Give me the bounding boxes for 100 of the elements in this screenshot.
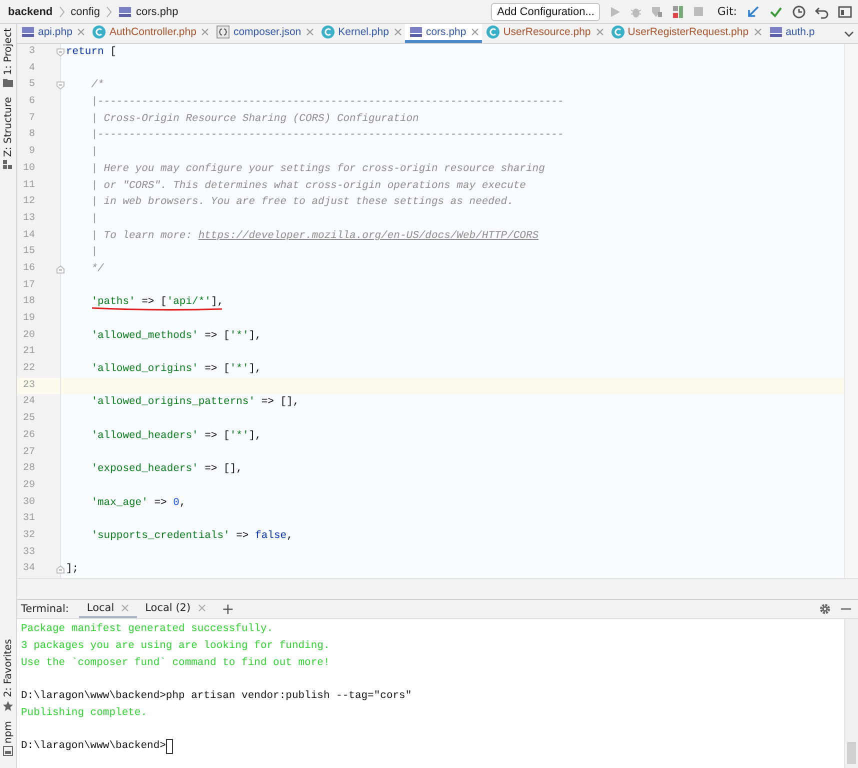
run-configuration-button[interactable]: Add Configuration... [491,2,600,20]
code-line: | [90,212,98,225]
tool-window-button[interactable]: npm [2,720,14,743]
tool-window-button[interactable]: 1: Project [2,28,14,76]
terminal-tab[interactable]: Local (2) [137,600,214,618]
add-tab-button[interactable]: + [214,600,242,618]
line-number: 20 [22,328,35,343]
check-icon[interactable] [769,4,783,18]
line-number: 12 [22,195,35,210]
code-line: |-------------------------------------------------------------------------- [90,129,564,142]
tool-window-button[interactable]: 2: Favorites [2,639,14,698]
close-icon[interactable] [198,604,206,612]
breadcrumb-item[interactable]: cors.php [136,6,178,18]
fold-icon[interactable] [56,264,65,274]
file-tab[interactable]: cors.php [404,24,482,43]
chevron-icon [106,6,112,18]
line-number: 14 [22,228,35,243]
undo-icon[interactable] [815,4,829,18]
code-line: 'max_age' => 0, [90,496,186,509]
terminal-prompt: D:\laragon\www\backend>php artisan vendor:publish --tag="cors" [21,690,412,702]
breadcrumb-item[interactable]: config [70,6,100,18]
line-number: 9 [28,145,35,160]
code-line: 'allowed_headers' => ['*'], [90,430,262,442]
fold-icon[interactable] [56,81,65,90]
coverage-icon[interactable] [651,6,664,18]
line-number: 26 [22,428,35,443]
close-icon[interactable] [201,28,210,36]
file-tab[interactable]: UserResource.php [482,24,607,43]
code-line: */ [90,262,104,275]
line-number: 15 [22,245,35,260]
line-number: 5 [28,78,35,92]
code-line: | or "CORS". This determines what cross-origin operations may execute [90,180,526,192]
line-number: 6 [28,95,35,110]
line-number: 30 [22,496,35,510]
code-line: | [90,146,98,158]
profiler-icon[interactable] [672,4,684,18]
code-line: | [90,246,98,258]
line-number: 3 [28,45,35,59]
file-tab[interactable]: composer.json [212,24,318,43]
class-icon [610,25,625,39]
file-tab[interactable]: AuthController.php [88,24,212,43]
code-line: 'allowed_origins' => ['*'], [90,363,262,376]
close-icon[interactable] [754,28,762,36]
play-icon[interactable] [609,6,622,18]
line-number: 11 [22,178,35,192]
close-icon[interactable] [121,604,130,612]
arrow-icon[interactable] [746,4,760,18]
file-tab[interactable]: auth.p [764,24,818,43]
settings-icon[interactable] [819,603,831,615]
line-number: 21 [22,345,35,360]
code-line: 'supports_credentials' => false, [90,530,293,542]
close-icon[interactable] [394,28,402,36]
scrollbar[interactable] [844,619,858,768]
tool-window-button[interactable]: Z: Structure [2,97,14,158]
fold-icon[interactable] [56,48,65,57]
class-icon [92,25,106,39]
php-file-icon [118,6,132,18]
breadcrumb-item[interactable]: backend [8,6,53,18]
file-tab[interactable]: UserRegisterRequest.php [606,24,765,43]
structure-icon[interactable] [3,160,13,170]
line-number: 19 [22,312,35,326]
code-line: 'paths' => ['api/*'], [90,296,224,308]
code-line: | Here you may configure your settings for cross-origin resource sharing [90,162,545,175]
close-icon[interactable] [471,28,480,36]
code-line: 'exposed_headers' => [], [90,463,242,476]
class-icon [321,25,336,39]
line-number: 33 [22,546,35,560]
line-number: 34 [22,562,35,576]
scrollbar[interactable] [844,44,858,578]
terminal-output: 3 packages you are using are looking for funding. [21,640,330,652]
chevron-down-icon[interactable] [844,30,854,38]
close-icon[interactable] [596,28,604,36]
terminal-prompt: D:\laragon\www\backend> [21,740,166,752]
clock-icon[interactable] [792,4,806,18]
line-number: 24 [22,395,35,410]
php-file-icon [408,26,423,38]
file-tab[interactable]: api.php [17,24,88,43]
file-tab[interactable]: Kernel.php [317,24,405,43]
stop-icon[interactable] [693,6,704,17]
line-number: 7 [28,112,35,126]
code-line: |-------------------------------------------------------------------------- [90,96,564,108]
npm-icon[interactable] [3,746,13,756]
window-icon[interactable] [838,4,852,18]
line-number: 4 [28,62,35,76]
php-file-icon [21,26,35,38]
folder-icon[interactable] [3,78,13,88]
fold-icon[interactable] [56,565,65,574]
line-number: 28 [22,462,35,476]
php-file-icon [768,26,783,38]
terminal-output: Publishing complete. [21,706,148,719]
line-number: 13 [22,212,35,226]
star-icon[interactable] [3,700,13,711]
line-number: 16 [22,262,35,276]
line-number: 32 [22,528,35,543]
code-line: ]; [66,563,79,576]
line-number: 29 [22,478,35,493]
close-icon[interactable] [306,28,314,36]
close-icon[interactable] [77,28,86,36]
bug-icon[interactable] [630,6,642,18]
git-label: Git: [717,5,737,18]
